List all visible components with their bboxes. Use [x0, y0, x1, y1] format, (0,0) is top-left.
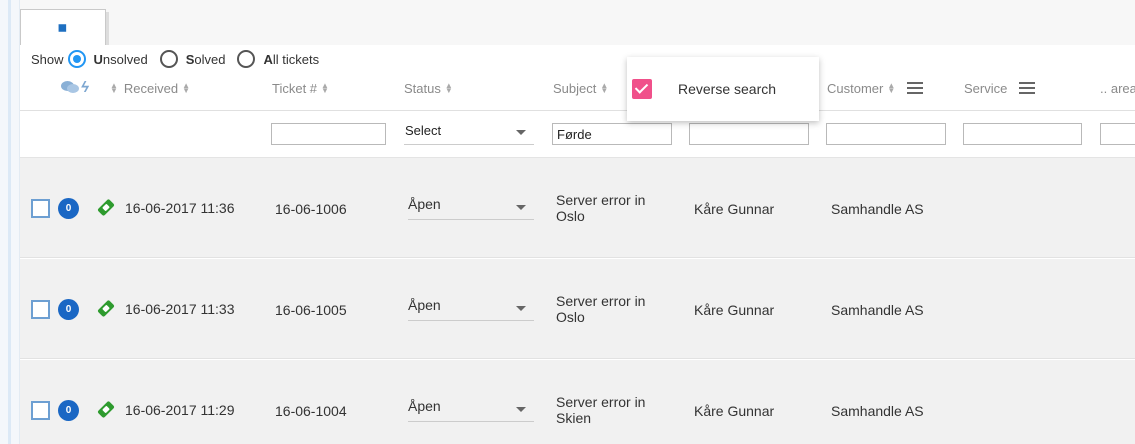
- column-header-status[interactable]: Status ▲ ▼: [404, 78, 453, 98]
- radio-circle[interactable]: [237, 50, 256, 68]
- radio-label-solved: Solved: [185, 51, 226, 67]
- reverse-search-checkbox[interactable]: [632, 79, 652, 99]
- cell-subject[interactable]: Server error in Oslo: [556, 192, 676, 224]
- table-row[interactable]: 0 16-06-2017 11:36 16-06-1006 Åpen Serve…: [20, 158, 1135, 258]
- chevron-down-icon: [516, 130, 526, 135]
- cell-subject[interactable]: Server error in Oslo: [556, 293, 676, 325]
- chevron-down-icon: [516, 306, 526, 311]
- filter-subject-input[interactable]: [552, 123, 672, 145]
- ticket-icon: [96, 299, 116, 318]
- tab-shadow: [106, 12, 109, 46]
- radio-circle[interactable]: [67, 50, 86, 68]
- comments-icon[interactable]: [61, 81, 79, 95]
- filter-area-input[interactable]: [1100, 123, 1135, 145]
- row-checkbox[interactable]: [31, 401, 50, 420]
- radio-unsolved[interactable]: Unsolved: [67, 50, 148, 68]
- show-filter: Show Unsolved Solved All tickets: [31, 47, 331, 71]
- show-label: Show: [31, 51, 64, 67]
- cell-received: 16-06-2017 11:36: [125, 200, 235, 216]
- status-select[interactable]: Åpen: [408, 196, 534, 220]
- ticket-icon: [96, 400, 116, 419]
- sort-icon: ▲ ▼: [444, 81, 453, 95]
- left-edge-stripe: [8, 0, 11, 444]
- radio-solved[interactable]: Solved: [159, 50, 226, 68]
- cell-subject[interactable]: Server error in Skien: [556, 394, 676, 426]
- status-value: Åpen: [408, 297, 441, 313]
- reverse-search-popup: Reverse search: [627, 57, 819, 121]
- ticket-icon: [96, 198, 116, 217]
- cell-customer: Samhandle AS: [831, 201, 924, 217]
- left-edge-bar: [0, 0, 20, 444]
- reverse-search-label[interactable]: Reverse search: [678, 81, 776, 97]
- status-select[interactable]: Åpen: [408, 297, 534, 321]
- column-header-customer[interactable]: Customer ▲ ▼: [827, 78, 924, 98]
- priority-icon[interactable]: ϟ: [81, 80, 97, 96]
- radio-circle[interactable]: [159, 50, 178, 68]
- sort-icon: ▲ ▼: [110, 81, 118, 95]
- column-header-area[interactable]: .. area: [1100, 78, 1135, 98]
- filter-ticket-input[interactable]: [271, 123, 386, 145]
- cell-customer: Samhandle AS: [831, 403, 924, 419]
- sort-icon: ▲ ▼: [887, 81, 896, 95]
- ticket-list-panel: Show Unsolved Solved All tickets ϟ ▲ ▼ Re…: [20, 45, 1135, 444]
- column-header-received[interactable]: ▲ ▼ Received ▲ ▼: [106, 78, 190, 98]
- column-label-area: .. area: [1100, 80, 1135, 96]
- filter-status-value: Select: [405, 123, 442, 138]
- comment-count-badge: 0: [58, 400, 79, 421]
- column-label-ticket: Ticket #: [272, 80, 318, 96]
- sort-icon: ▲ ▼: [600, 81, 609, 95]
- column-header-service[interactable]: Service: [964, 78, 1036, 98]
- row-checkbox[interactable]: [31, 199, 50, 218]
- status-value: Åpen: [408, 196, 441, 212]
- status-value: Åpen: [408, 398, 441, 414]
- cell-requester: Kåre Gunnar: [694, 403, 775, 419]
- row-checkbox[interactable]: [31, 300, 50, 319]
- column-menu-icon[interactable]: [1019, 79, 1036, 97]
- radio-all-tickets[interactable]: All tickets: [237, 50, 319, 68]
- table-row[interactable]: 0 16-06-2017 11:33 16-06-1005 Åpen Serve…: [20, 259, 1135, 359]
- top-strip: [20, 0, 1135, 45]
- cell-ticket-number[interactable]: 16-06-1006: [275, 201, 347, 217]
- chevron-down-icon: [516, 205, 526, 210]
- header-divider: [20, 110, 1135, 111]
- column-label-customer: Customer: [827, 80, 884, 96]
- cell-requester: Kåre Gunnar: [694, 201, 775, 217]
- ticket-icon: ◆: [51, 17, 71, 37]
- tickets-tab[interactable]: ◆: [20, 9, 109, 46]
- cell-received: 16-06-2017 11:29: [125, 402, 235, 418]
- chevron-down-icon: [516, 407, 526, 412]
- table-row[interactable]: 0 16-06-2017 11:29 16-06-1004 Åpen Serve…: [20, 360, 1135, 444]
- column-label-status: Status: [404, 80, 441, 96]
- sort-icon: ▲ ▼: [182, 81, 191, 95]
- filter-customer-input[interactable]: [826, 123, 946, 145]
- cell-received: 16-06-2017 11:33: [125, 301, 235, 317]
- cell-requester: Kåre Gunnar: [694, 302, 775, 318]
- comment-count-badge: 0: [58, 198, 79, 219]
- radio-label-unsolved: Unsolved: [93, 51, 148, 67]
- column-menu-icon[interactable]: [907, 79, 924, 97]
- column-label-service: Service: [964, 80, 1008, 96]
- cell-customer: Samhandle AS: [831, 302, 924, 318]
- comment-count-badge: 0: [58, 299, 79, 320]
- sort-icon: ▲ ▼: [321, 81, 329, 95]
- column-label-received: Received: [123, 80, 179, 96]
- column-header-ticket[interactable]: Ticket # ▲ ▼: [272, 78, 329, 98]
- filter-requester-input[interactable]: [689, 123, 809, 145]
- filter-service-input[interactable]: [963, 123, 1082, 145]
- column-header-subject[interactable]: Subject ▲ ▼: [553, 78, 608, 98]
- cell-ticket-number[interactable]: 16-06-1005: [275, 302, 347, 318]
- radio-label-all-tickets: All tickets: [263, 51, 320, 67]
- status-select[interactable]: Åpen: [408, 398, 534, 422]
- header-icons: ϟ: [61, 80, 97, 96]
- column-label-subject: Subject: [553, 80, 597, 96]
- cell-ticket-number[interactable]: 16-06-1004: [275, 403, 347, 419]
- filter-status-select[interactable]: Select: [404, 121, 534, 145]
